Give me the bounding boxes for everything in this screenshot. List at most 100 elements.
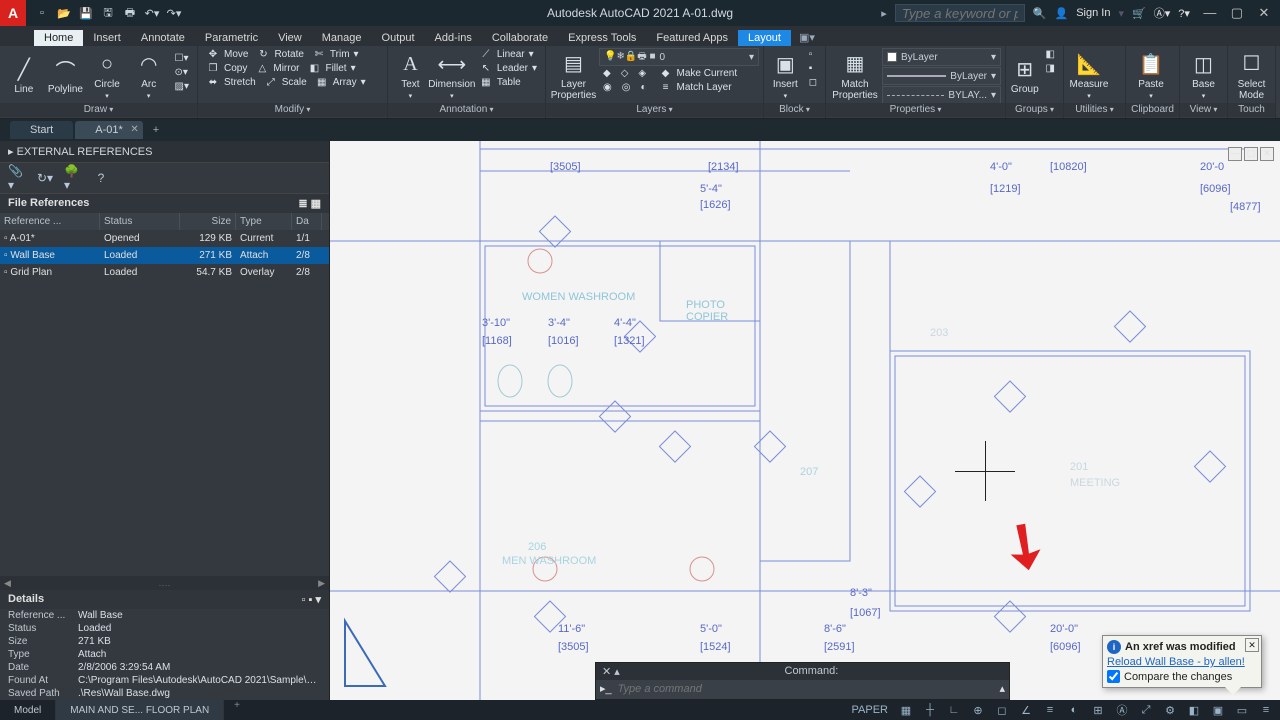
tab-collaborate[interactable]: Collaborate bbox=[482, 30, 558, 46]
leader-button[interactable]: ↖Leader▾ bbox=[475, 62, 541, 75]
attach-icon[interactable]: 📎▾ bbox=[8, 169, 26, 187]
tab-home[interactable]: Home bbox=[34, 30, 83, 46]
vp-close-icon[interactable]: ✕ bbox=[1260, 147, 1274, 161]
ortho-icon[interactable]: ∟ bbox=[944, 702, 964, 718]
tab-parametric[interactable]: Parametric bbox=[195, 30, 268, 46]
scroll-left-icon[interactable]: ◀ bbox=[4, 578, 11, 589]
lay-b[interactable]: ◇ bbox=[617, 67, 633, 80]
grp-b[interactable]: ◨ bbox=[1042, 62, 1059, 75]
lineweight-combo[interactable]: ByLayer▾ bbox=[882, 67, 1001, 85]
dimension-button[interactable]: ⟷Dimension▾ bbox=[431, 48, 473, 103]
draw-ext1[interactable]: ☐▾ bbox=[171, 52, 193, 65]
new-tab-button[interactable]: + bbox=[145, 121, 167, 139]
copy-button[interactable]: ❐Copy bbox=[202, 62, 251, 75]
user-icon[interactable]: 👤 bbox=[1055, 7, 1069, 20]
transp-icon[interactable]: ◐ bbox=[1064, 702, 1084, 718]
otrack-icon[interactable]: ∠ bbox=[1016, 702, 1036, 718]
linetype-combo[interactable]: BYLAY...▾ bbox=[882, 86, 1001, 104]
vp-max-icon[interactable]: ▢ bbox=[1244, 147, 1258, 161]
tab-output[interactable]: Output bbox=[372, 30, 425, 46]
ws-icon[interactable]: ⚙ bbox=[1160, 702, 1180, 718]
search-icon[interactable]: 🔍 bbox=[1033, 7, 1047, 20]
lay-d[interactable]: ◉ bbox=[599, 81, 616, 94]
ribbon-overflow-icon[interactable]: ▣▾ bbox=[797, 28, 817, 46]
xref-row[interactable]: ▫ A-01*Opened129 KBCurrent1/1 bbox=[0, 230, 329, 247]
doctab-start[interactable]: Start bbox=[10, 121, 73, 139]
reload-xref-link[interactable]: Reload Wall Base - by allen! bbox=[1107, 656, 1257, 668]
app-logo[interactable]: A bbox=[0, 0, 26, 26]
refresh-icon[interactable]: ↻▾ bbox=[36, 169, 54, 187]
command-input[interactable] bbox=[618, 683, 994, 695]
group-button[interactable]: ⊞Group bbox=[1010, 48, 1040, 103]
help-palette-icon[interactable]: ? bbox=[92, 169, 110, 187]
scale-icon[interactable]: ⤢ bbox=[1136, 702, 1156, 718]
move-button[interactable]: ✥Move bbox=[202, 48, 252, 61]
close-button[interactable]: ✕ bbox=[1252, 3, 1276, 23]
rotate-button[interactable]: ↻Rotate bbox=[252, 48, 307, 61]
drawing-canvas[interactable]: [3505][2134]4'-0"[10820]20'-05'-4"[1219]… bbox=[330, 141, 1280, 700]
signin-link[interactable]: Sign In bbox=[1076, 7, 1110, 19]
layout-tab-main[interactable]: MAIN AND SE... FLOOR PLAN bbox=[56, 700, 224, 720]
detail-opt1-icon[interactable]: ▫ bbox=[302, 594, 306, 606]
lay-e[interactable]: ◎ bbox=[618, 81, 635, 94]
close-icon[interactable]: ✕ bbox=[130, 124, 138, 135]
tab-annotate[interactable]: Annotate bbox=[131, 30, 195, 46]
draw-ext3[interactable]: ▨▾ bbox=[171, 80, 193, 93]
help-icon[interactable]: ?▾ bbox=[1178, 7, 1190, 20]
polar-icon[interactable]: ⊕ bbox=[968, 702, 988, 718]
blk-b[interactable]: ▪ bbox=[805, 62, 821, 75]
line-button[interactable]: ╱Line bbox=[4, 48, 44, 103]
polyline-button[interactable]: ⌒Polyline bbox=[46, 48, 86, 103]
xref-list[interactable]: ▫ A-01*Opened129 KBCurrent1/1▫ Wall Base… bbox=[0, 230, 329, 281]
base-button[interactable]: ◫Base▾ bbox=[1184, 48, 1223, 103]
qat-saveall-icon[interactable]: 🖫 bbox=[100, 5, 116, 21]
trim-button[interactable]: ✄Trim▾ bbox=[308, 48, 363, 61]
color-combo[interactable]: ByLayer▾ bbox=[882, 48, 1001, 66]
qat-redo-icon[interactable]: ↷▾ bbox=[166, 5, 182, 21]
detail-opt2-icon[interactable]: ▪ bbox=[309, 594, 313, 606]
scroll-right-icon[interactable]: ▶ bbox=[318, 578, 325, 589]
grp-a[interactable]: ◧ bbox=[1042, 48, 1059, 61]
arc-button[interactable]: ◠Arc▾ bbox=[129, 48, 169, 103]
snap-icon[interactable]: ┼ bbox=[920, 702, 940, 718]
stretch-button[interactable]: ⬌Stretch bbox=[202, 76, 260, 89]
tab-featured[interactable]: Featured Apps bbox=[646, 30, 738, 46]
command-window[interactable]: ✕ ▴Command: ▸_▴ bbox=[595, 662, 1010, 700]
selectmode-button[interactable]: ☐SelectMode bbox=[1232, 48, 1271, 103]
blk-c[interactable]: ◻ bbox=[805, 76, 821, 89]
anno-icon[interactable]: Ⓐ bbox=[1112, 702, 1132, 718]
lay-c[interactable]: ◈ bbox=[634, 67, 650, 80]
scale-button[interactable]: ⤢Scale bbox=[260, 76, 311, 89]
measure-button[interactable]: 📐Measure▾ bbox=[1068, 48, 1110, 103]
cmd-recent-icon[interactable]: ▴ bbox=[999, 682, 1005, 695]
tab-manage[interactable]: Manage bbox=[312, 30, 372, 46]
draw-ext2[interactable]: ⊙▾ bbox=[171, 66, 193, 79]
linear-button[interactable]: ⟋Linear▾ bbox=[475, 48, 541, 61]
qs-icon[interactable]: ⊞ bbox=[1088, 702, 1108, 718]
compare-checkbox[interactable]: Compare the changes bbox=[1107, 670, 1257, 683]
tab-view[interactable]: View bbox=[268, 30, 312, 46]
layer-combo[interactable]: 💡❄🔒🖶 ■0▾ bbox=[599, 48, 759, 66]
vp-min-icon[interactable]: — bbox=[1228, 147, 1242, 161]
help-search-input[interactable] bbox=[895, 4, 1025, 22]
array-button[interactable]: ▦Array▾ bbox=[311, 76, 370, 89]
qat-save-icon[interactable]: 💾 bbox=[78, 5, 94, 21]
xref-row[interactable]: ▫ Grid PlanLoaded54.7 KBOverlay2/8 bbox=[0, 264, 329, 281]
match-properties-button[interactable]: ▦MatchProperties bbox=[830, 48, 880, 103]
tab-express[interactable]: Express Tools bbox=[558, 30, 646, 46]
paste-button[interactable]: 📋Paste▾ bbox=[1130, 48, 1172, 103]
column-headers[interactable]: Reference ...StatusSizeTypeDa bbox=[0, 213, 329, 230]
lwt-icon[interactable]: ≡ bbox=[1040, 702, 1060, 718]
cust-icon[interactable]: ≡ bbox=[1256, 702, 1276, 718]
balloon-close-icon[interactable]: ✕ bbox=[1245, 638, 1259, 652]
minimize-button[interactable]: — bbox=[1198, 3, 1222, 23]
tab-addins[interactable]: Add-ins bbox=[425, 30, 482, 46]
view-toggle-icon[interactable]: ≣ ▦ bbox=[298, 197, 321, 210]
a360-icon[interactable]: Ⓐ▾ bbox=[1154, 5, 1171, 21]
cart-icon[interactable]: 🛒 bbox=[1132, 7, 1146, 20]
qat-open-icon[interactable]: 📂 bbox=[56, 5, 72, 21]
tab-insert[interactable]: Insert bbox=[83, 30, 131, 46]
qat-plot-icon[interactable]: 🖶 bbox=[122, 5, 138, 21]
layout-tab-model[interactable]: Model bbox=[0, 700, 56, 720]
lay-a[interactable]: ◆ bbox=[599, 67, 615, 80]
